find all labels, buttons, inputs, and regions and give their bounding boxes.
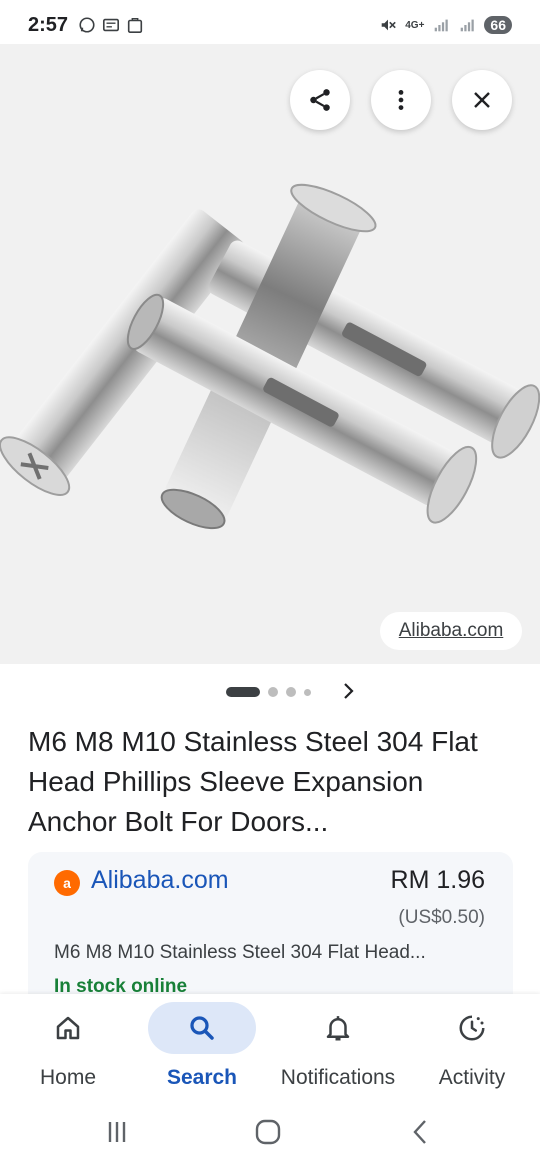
pager-dot[interactable] — [304, 688, 311, 696]
back-button[interactable] — [400, 1114, 440, 1150]
mute-icon — [381, 19, 397, 31]
activity-icon — [459, 1015, 485, 1041]
bottom-navigation: Home Search Notifications Activity — [0, 994, 540, 1100]
signal-icon — [435, 19, 449, 32]
offer-description: M6 M8 M10 Stainless Steel 304 Flat Head.… — [54, 942, 426, 963]
back-icon — [413, 1120, 426, 1144]
offer-card[interactable]: a Alibaba.com RM 1.96 (US$0.50) M6 M8 M1… — [28, 852, 513, 1012]
signal-2-icon — [461, 19, 475, 32]
recent-apps-icon — [108, 1122, 126, 1142]
offer-price: RM 1.96 — [390, 866, 485, 894]
pager-dot[interactable] — [286, 687, 296, 697]
nav-home-label: Home — [39, 1066, 97, 1089]
share-icon — [310, 89, 330, 111]
image-source-link[interactable]: Alibaba.com — [380, 612, 522, 650]
system-navigation — [0, 1100, 540, 1170]
pager-dot-active[interactable] — [226, 687, 260, 697]
nav-home[interactable]: Home — [14, 994, 122, 1100]
home-system-button[interactable] — [248, 1114, 288, 1150]
share-button[interactable] — [290, 70, 350, 130]
nav-search-label: Search — [166, 1066, 238, 1089]
offer-price-usd: (US$0.50) — [398, 907, 485, 928]
bell-icon — [326, 1016, 350, 1041]
search-icon — [190, 1016, 214, 1040]
news-icon — [103, 18, 120, 32]
nav-activity[interactable]: Activity — [418, 994, 526, 1100]
pager-dot[interactable] — [268, 687, 278, 697]
close-button[interactable] — [452, 70, 512, 130]
more-options-button[interactable] — [371, 70, 431, 130]
nav-search[interactable]: Search — [148, 994, 256, 1100]
nav-notifications-label: Notifications — [280, 1066, 396, 1089]
recent-apps-button[interactable] — [97, 1114, 137, 1150]
product-image-viewer[interactable]: Alibaba.com — [0, 44, 540, 664]
image-pager — [0, 683, 540, 700]
product-image — [0, 183, 540, 530]
home-circle-icon — [255, 1119, 281, 1145]
merchant-name[interactable]: Alibaba.com — [91, 866, 229, 895]
more-vert-icon — [398, 90, 404, 110]
network-type: 4G+ — [405, 19, 425, 31]
whatsapp-icon — [79, 17, 95, 33]
shopping-bag-icon — [127, 17, 143, 34]
nav-notifications[interactable]: Notifications — [270, 994, 406, 1100]
close-icon — [474, 92, 490, 108]
home-icon — [56, 1016, 80, 1040]
status-bar: 2:57 4G+ 66 — [0, 0, 540, 50]
nav-activity-label: Activity — [438, 1066, 506, 1089]
product-title[interactable]: M6 M8 M10 Stainless Steel 304 Flat Head … — [28, 722, 518, 842]
alibaba-logo-icon: a — [54, 870, 80, 896]
status-time: 2:57 — [28, 13, 69, 36]
chevron-right-icon[interactable] — [340, 680, 358, 702]
battery-level: 66 — [484, 16, 512, 34]
